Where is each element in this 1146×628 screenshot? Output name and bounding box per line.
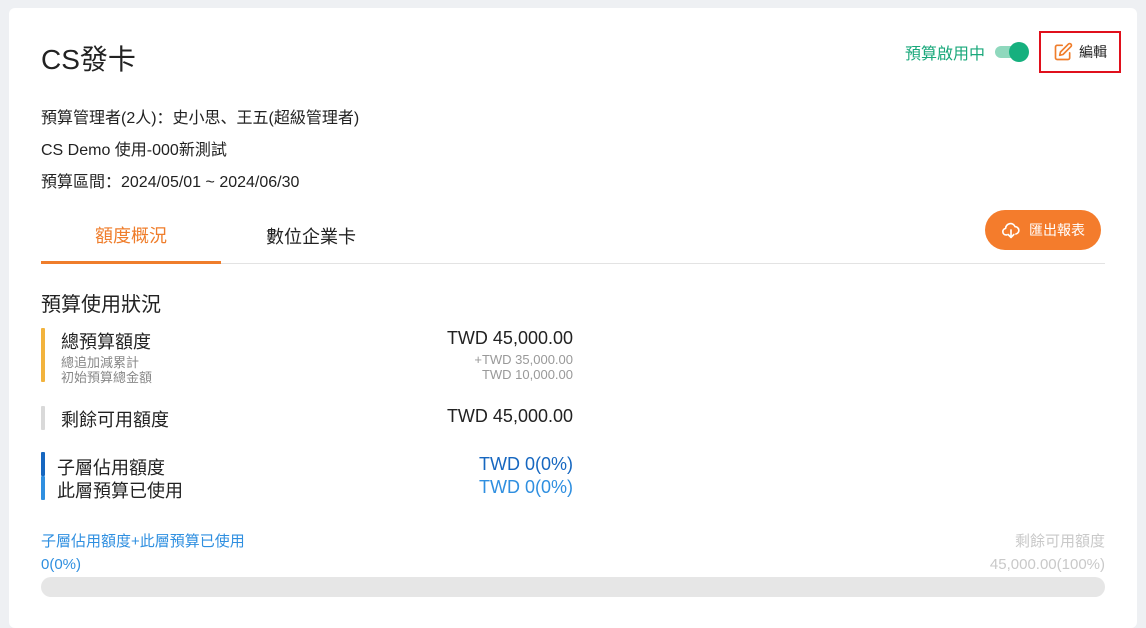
remaining-row: 剩餘可用額度 TWD 45,000.00 [41,404,573,432]
tab-digital-corporate-card[interactable]: 數位企業卡 [221,208,401,264]
progress-remaining-label: 剩餘可用額度 [1014,533,1105,550]
progress-used-label: 子層佔用額度+此層預算已使用 [41,533,245,550]
tab-quota-overview[interactable]: 額度概況 [41,208,221,264]
budget-managers: 預算管理者(2人)：史小思、王五(超級管理者) [41,110,360,127]
budget-toggle-group: 預算啟用中 [905,40,1030,64]
total-budget-marker [41,328,45,382]
child-marker [41,452,45,476]
child-occupied-value: TWD 0(0%) [479,454,573,474]
used-marker [41,476,45,500]
export-label: 匯出報表 [1029,222,1085,238]
remaining-label: 剩餘可用額度 [61,410,169,430]
layer-used-label: 此層預算已使用 [57,481,183,501]
remaining-marker [41,406,45,430]
edit-label: 編輯 [1079,44,1107,60]
budget-card: CS發卡 預算啟用中 編輯 預算管理者(2人)：史小思、王五(超級管理者) CS… [9,8,1137,628]
page-title: CS發卡 [41,44,136,75]
initial-budget-value: TWD 10,000.00 [481,367,573,382]
budget-project: CS Demo 使用-000新測試 [41,142,227,159]
export-report-button[interactable]: 匯出報表 [985,210,1101,250]
layer-used-value: TWD 0(0%) [479,477,573,497]
total-budget-value: TWD 45,000.00 [446,328,573,348]
edit-button[interactable]: 編輯 [1039,31,1121,73]
budget-enabled-toggle[interactable] [995,42,1030,62]
initial-budget-label: 初始預算總金額 [61,370,153,385]
progress-remaining-value: 45,000.00(100%) [989,556,1105,573]
cloud-download-icon [1002,222,1020,239]
remaining-value: TWD 45,000.00 [446,406,573,426]
toggle-label: 預算啟用中 [905,46,986,63]
usage-row: 子層佔用額度 TWD 0(0%) 此層預算已使用 TWD 0(0%) [41,452,573,501]
total-budget-row: 總預算額度 TWD 45,000.00 總追加減累計 +TWD 35,000.0… [41,326,573,385]
tab-bar: 額度概況 數位企業卡 [41,208,1105,264]
total-budget-label: 總預算額度 [61,332,151,352]
edit-icon [1054,42,1073,61]
section-title: 預算使用狀況 [41,294,161,316]
budget-progress-bar [41,577,1105,597]
budget-period: 預算區間：2024/05/01 ~ 2024/06/30 [41,174,300,191]
toggle-knob [1009,42,1030,62]
progress-used-value: 0(0%) [41,556,82,573]
cumulative-adjust-value: +TWD 35,000.00 [474,352,573,367]
